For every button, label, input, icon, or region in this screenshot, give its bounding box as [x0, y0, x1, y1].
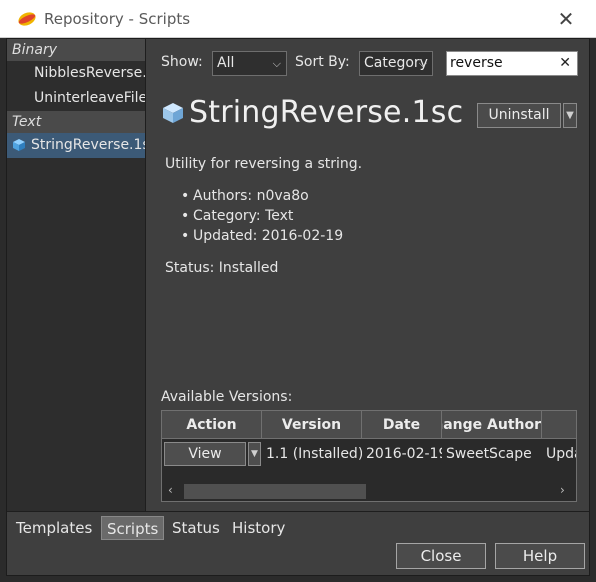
help-button[interactable]: Help: [495, 543, 585, 569]
uninstall-button[interactable]: Uninstall: [477, 103, 561, 128]
column-header-date[interactable]: Date: [362, 411, 442, 439]
table-row: View ▼ 1.1 (Installed) 2016-02-19 SweetS…: [162, 440, 576, 468]
category-line: Category: Text: [181, 206, 343, 226]
app-logo-icon: [16, 9, 38, 29]
group-header-binary: Binary: [7, 39, 145, 61]
versions-table: Action Version Date Change Author View ▼…: [161, 410, 577, 502]
scroll-left-icon[interactable]: ‹: [168, 483, 173, 497]
chevron-down-icon: ⌵: [418, 57, 427, 70]
script-cube-icon: [13, 135, 25, 158]
author-cell: SweetScape: [446, 446, 532, 462]
view-options-chevron-icon[interactable]: ▼: [248, 442, 261, 466]
sidebar-item-label: StringReverse.1sc: [31, 137, 145, 153]
sort-by-select[interactable]: Category ⌵: [359, 51, 433, 76]
search-value: reverse: [450, 55, 503, 71]
horizontal-scrollbar[interactable]: ‹ ›: [162, 481, 576, 501]
column-header-action[interactable]: Action: [162, 411, 262, 439]
scroll-right-icon[interactable]: ›: [560, 483, 565, 497]
sidebar-item-uninterleavefile[interactable]: UninterleaveFile.1sc: [7, 86, 145, 111]
updated-line: Updated: 2016-02-19: [181, 226, 343, 246]
tab-status[interactable]: Status: [167, 516, 225, 540]
close-icon[interactable]: ✕: [552, 5, 580, 33]
clear-search-icon[interactable]: ✕: [559, 52, 571, 75]
group-header-text: Text: [7, 111, 145, 133]
chevron-down-icon: ⌵: [272, 57, 281, 70]
script-list-sidebar: Binary NibblesReverse.1sc UninterleaveFi…: [7, 39, 146, 511]
bottom-bar: Templates Scripts Status History Close H…: [7, 511, 589, 575]
version-cell: 1.1 (Installed): [266, 446, 362, 462]
available-versions-label: Available Versions:: [161, 389, 293, 405]
window-title: Repository - Scripts: [44, 10, 191, 28]
sidebar-item-stringreverse[interactable]: StringReverse.1sc: [7, 133, 145, 158]
script-cube-icon: [163, 103, 183, 127]
column-header-extra[interactable]: [542, 411, 576, 439]
column-header-change-author[interactable]: Change Author: [442, 411, 542, 439]
tab-history[interactable]: History: [227, 516, 290, 540]
close-button[interactable]: Close: [396, 543, 486, 569]
show-filter-select[interactable]: All ⌵: [212, 51, 287, 76]
script-title: StringReverse.1sc: [189, 95, 464, 130]
repository-window: Binary NibblesReverse.1sc UninterleaveFi…: [6, 38, 590, 576]
tab-scripts[interactable]: Scripts: [101, 516, 165, 540]
date-cell: 2016-02-19: [366, 446, 442, 462]
title-bar: Repository - Scripts ✕: [0, 0, 596, 38]
show-filter-value: All: [217, 55, 235, 71]
uninstall-options-chevron-icon[interactable]: ▼: [563, 103, 577, 128]
authors-line: Authors: n0va8o: [181, 186, 343, 206]
show-label: Show:: [161, 54, 203, 70]
script-description: Utility for reversing a string.: [165, 156, 363, 172]
install-status: Status: Installed: [165, 260, 279, 276]
sidebar-item-nibblesreverse[interactable]: NibblesReverse.1sc: [7, 61, 145, 86]
sort-label: Sort By:: [295, 54, 350, 70]
search-input[interactable]: reverse ✕: [446, 51, 578, 76]
view-button[interactable]: View: [164, 442, 246, 466]
column-header-version[interactable]: Version: [262, 411, 362, 439]
script-metadata-list: Authors: n0va8o Category: Text Updated: …: [181, 186, 343, 246]
tab-templates[interactable]: Templates: [11, 516, 97, 540]
scrollbar-thumb[interactable]: [184, 484, 366, 499]
extra-cell: Updated: [546, 446, 576, 462]
table-header: Action Version Date Change Author: [162, 411, 576, 439]
